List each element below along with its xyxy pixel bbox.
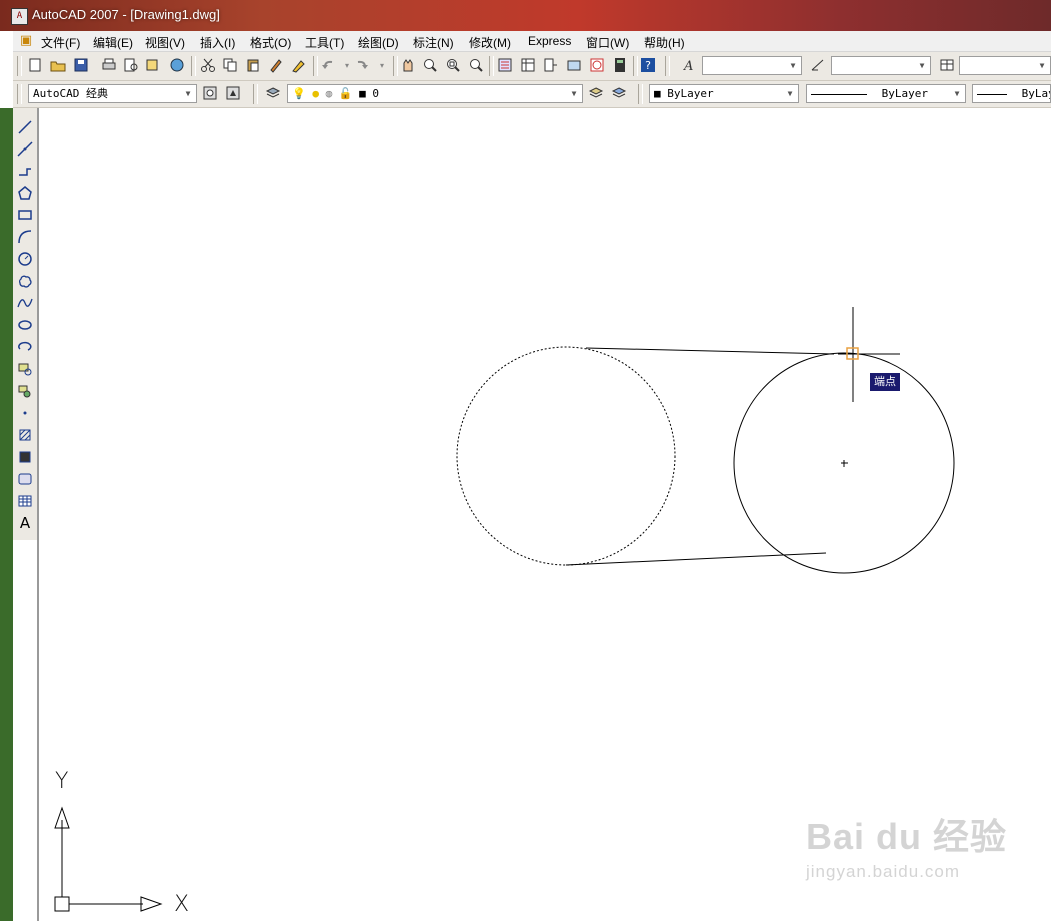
ucs-x-arrow-icon — [140, 896, 163, 912]
ucs-origin-box — [54, 896, 70, 912]
top-tangent-line[interactable] — [585, 347, 835, 355]
baidu-jingyan-watermark: Bai du 经验 jingyan.baidu.com — [806, 808, 1007, 882]
osnap-tooltip: 端点 — [869, 372, 901, 392]
drawing-canvas[interactable] — [0, 0, 1051, 921]
ucs-x-label: X — [174, 892, 190, 917]
watermark-url: jingyan.baidu.com — [806, 862, 961, 881]
circle-center-marker — [841, 460, 848, 467]
bottom-tangent-line[interactable] — [565, 552, 827, 566]
watermark-logo: Bai du 经验 — [806, 816, 1008, 857]
selected-circle[interactable] — [456, 346, 676, 566]
ucs-y-label: Y — [55, 769, 69, 794]
